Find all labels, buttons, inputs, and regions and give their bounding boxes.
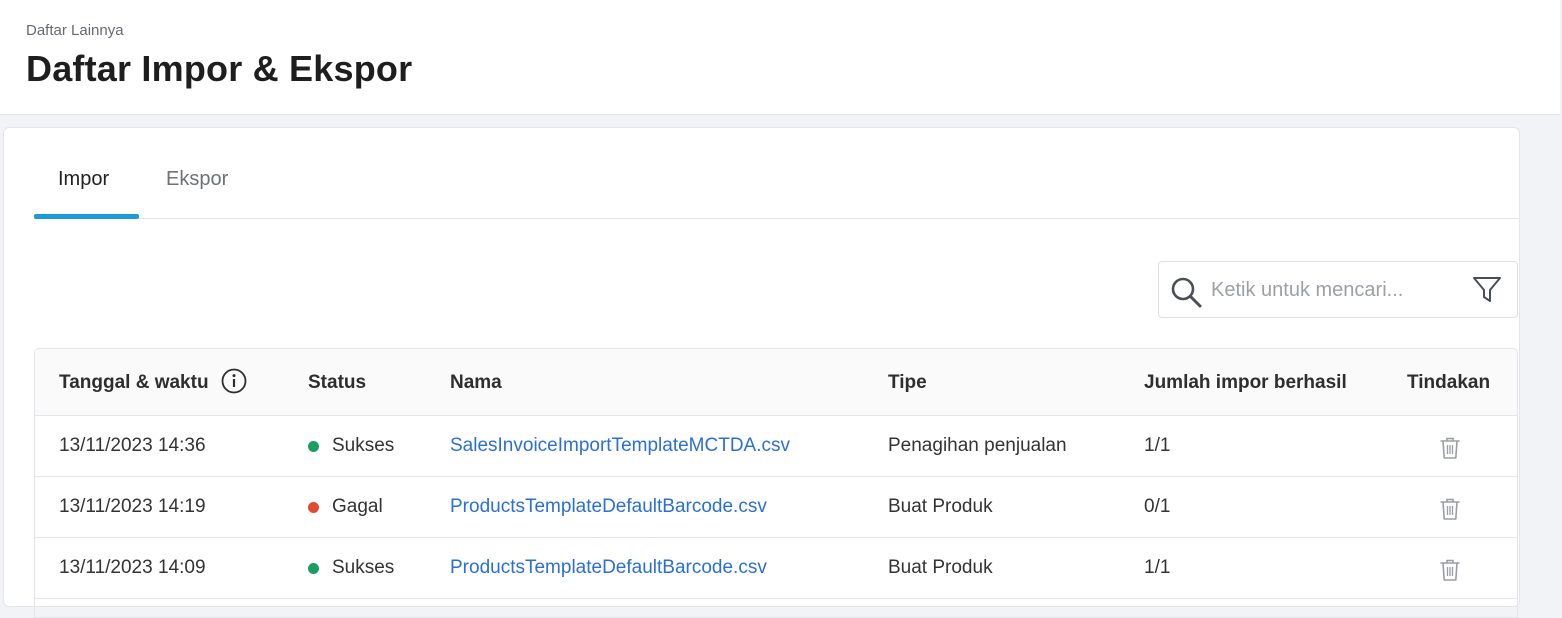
count-cell: 1/1 — [1144, 435, 1171, 456]
filter-icon[interactable] — [1471, 274, 1503, 306]
count-cell: 0/1 — [1144, 496, 1171, 517]
import-export-card: Impor Ekspor Tanggal & waktu Status Nama… — [3, 127, 1520, 618]
table-header: Tanggal & waktu Status Nama Tipe Jumlah … — [35, 349, 1517, 416]
file-name-link[interactable]: ProductsTemplateDefaultBarcode.csv — [450, 496, 767, 518]
column-header-datetime: Tanggal & waktu — [59, 372, 209, 393]
type-cell: Buat Produk — [888, 496, 993, 517]
search-icon — [1171, 277, 1202, 308]
tab-impor[interactable]: Impor — [58, 168, 109, 191]
trash-icon[interactable] — [1437, 557, 1463, 583]
column-header-type: Tipe — [888, 372, 927, 393]
trash-icon[interactable] — [1437, 435, 1463, 461]
trash-icon[interactable] — [1437, 496, 1463, 522]
datetime-cell: 13/11/2023 14:09 — [59, 557, 206, 578]
table-row: 13/11/2023 14:19 Gagal ProductsTemplateD… — [35, 477, 1517, 538]
table-row: 13/11/2023 14:09 Sukses ProductsTemplate… — [35, 538, 1517, 599]
file-name-link[interactable]: SalesInvoiceImportTemplateMCTDA.csv — [450, 435, 790, 457]
type-cell: Buat Produk — [888, 557, 993, 578]
page-title: Daftar Impor & Ekspor — [26, 48, 413, 89]
search-input[interactable] — [1211, 276, 1461, 304]
status-dot-failed — [308, 502, 319, 513]
status-cell: Sukses — [332, 557, 395, 578]
status-cell: Gagal — [332, 496, 383, 517]
info-icon[interactable] — [221, 368, 247, 394]
active-tab-indicator — [34, 214, 139, 219]
import-table: Tanggal & waktu Status Nama Tipe Jumlah … — [34, 348, 1518, 618]
tab-bar: Impor Ekspor — [34, 128, 1520, 219]
file-name-link[interactable]: ProductsTemplateDefaultBarcode.csv — [450, 557, 767, 579]
datetime-cell: 13/11/2023 14:36 — [59, 435, 206, 456]
tab-ekspor[interactable]: Ekspor — [166, 168, 228, 191]
search-box — [1158, 261, 1518, 318]
type-cell: Penagihan penjualan — [888, 435, 1067, 456]
count-cell: 1/1 — [1144, 557, 1171, 578]
table-row: 13/11/2023 14:36 Sukses SalesInvoiceImpo… — [35, 416, 1517, 477]
column-header-status: Status — [308, 372, 367, 393]
column-header-name: Nama — [450, 372, 502, 393]
status-dot-success — [308, 563, 319, 574]
column-header-count: Jumlah impor berhasil — [1144, 372, 1347, 393]
column-header-actions: Tindakan — [1407, 372, 1491, 393]
page-header: Daftar Lainnya Daftar Impor & Ekspor — [0, 0, 1560, 115]
status-cell: Sukses — [332, 435, 395, 456]
breadcrumb[interactable]: Daftar Lainnya — [26, 22, 124, 39]
status-dot-success — [308, 441, 319, 452]
datetime-cell: 13/11/2023 14:19 — [59, 496, 206, 517]
